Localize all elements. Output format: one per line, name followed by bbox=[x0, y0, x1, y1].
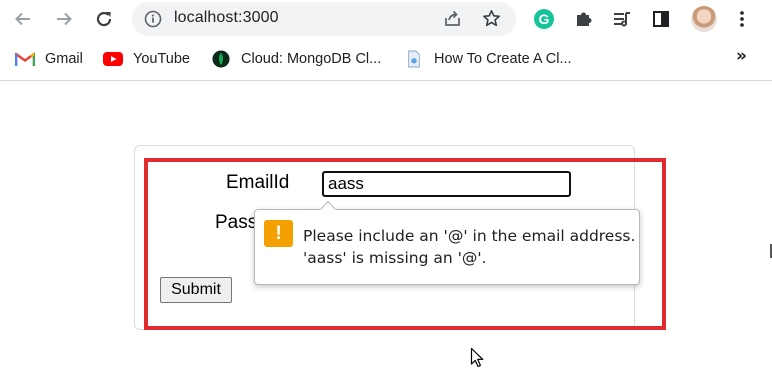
reload-icon[interactable] bbox=[92, 7, 116, 31]
bookmark-gmail[interactable]: Gmail bbox=[15, 49, 83, 69]
validation-tooltip bbox=[254, 209, 640, 285]
puzzle-icon[interactable] bbox=[573, 8, 595, 30]
gmail-icon bbox=[15, 50, 35, 68]
bookmark-youtube[interactable]: YouTube bbox=[103, 49, 190, 69]
menu-kebab-icon[interactable] bbox=[731, 8, 753, 30]
forward-icon[interactable] bbox=[52, 7, 76, 31]
site-info-icon[interactable] bbox=[144, 10, 162, 28]
submit-button[interactable]: Submit bbox=[160, 277, 232, 303]
bookmark-mongodb[interactable]: Cloud: MongoDB Cl... bbox=[211, 49, 381, 69]
profile-avatar[interactable] bbox=[691, 6, 717, 32]
validation-message-line1: Please include an '@' in the email addre… bbox=[303, 227, 636, 245]
media-queue-icon[interactable] bbox=[611, 8, 633, 30]
back-icon[interactable] bbox=[11, 7, 35, 31]
youtube-icon bbox=[103, 50, 123, 68]
grammarly-icon[interactable]: G bbox=[533, 8, 555, 30]
browser-toolbar: localhost:3000 G bbox=[0, 0, 772, 38]
warning-icon: ! bbox=[264, 220, 293, 247]
more-bookmarks-button[interactable]: » bbox=[736, 46, 747, 66]
bookmark-how-to-create[interactable]: How To Create A Cl... bbox=[404, 49, 572, 69]
bookmark-star-icon[interactable] bbox=[482, 9, 501, 28]
mouse-cursor-icon bbox=[470, 347, 484, 368]
bookmark-label: How To Create A Cl... bbox=[434, 51, 572, 67]
grammarly-letter: G bbox=[534, 9, 554, 29]
validation-message-line2: 'aass' is missing an '@'. bbox=[303, 249, 487, 267]
bookmark-label: Cloud: MongoDB Cl... bbox=[241, 51, 382, 67]
mongodb-icon bbox=[211, 50, 231, 68]
url-text[interactable]: localhost:3000 bbox=[174, 9, 279, 27]
tooltip-arrow bbox=[320, 200, 336, 215]
bookmarks-bar: Gmail YouTube Cloud: MongoDB Cl... How T… bbox=[0, 38, 772, 81]
share-icon[interactable] bbox=[443, 9, 462, 28]
side-panel-icon[interactable] bbox=[650, 8, 672, 30]
email-field[interactable] bbox=[322, 171, 571, 197]
email-label: EmailId bbox=[226, 172, 290, 193]
password-label: Pass bbox=[215, 212, 258, 233]
bookmark-label: YouTube bbox=[133, 51, 190, 67]
bookmark-label: Gmail bbox=[45, 51, 83, 67]
page-icon bbox=[404, 50, 424, 68]
